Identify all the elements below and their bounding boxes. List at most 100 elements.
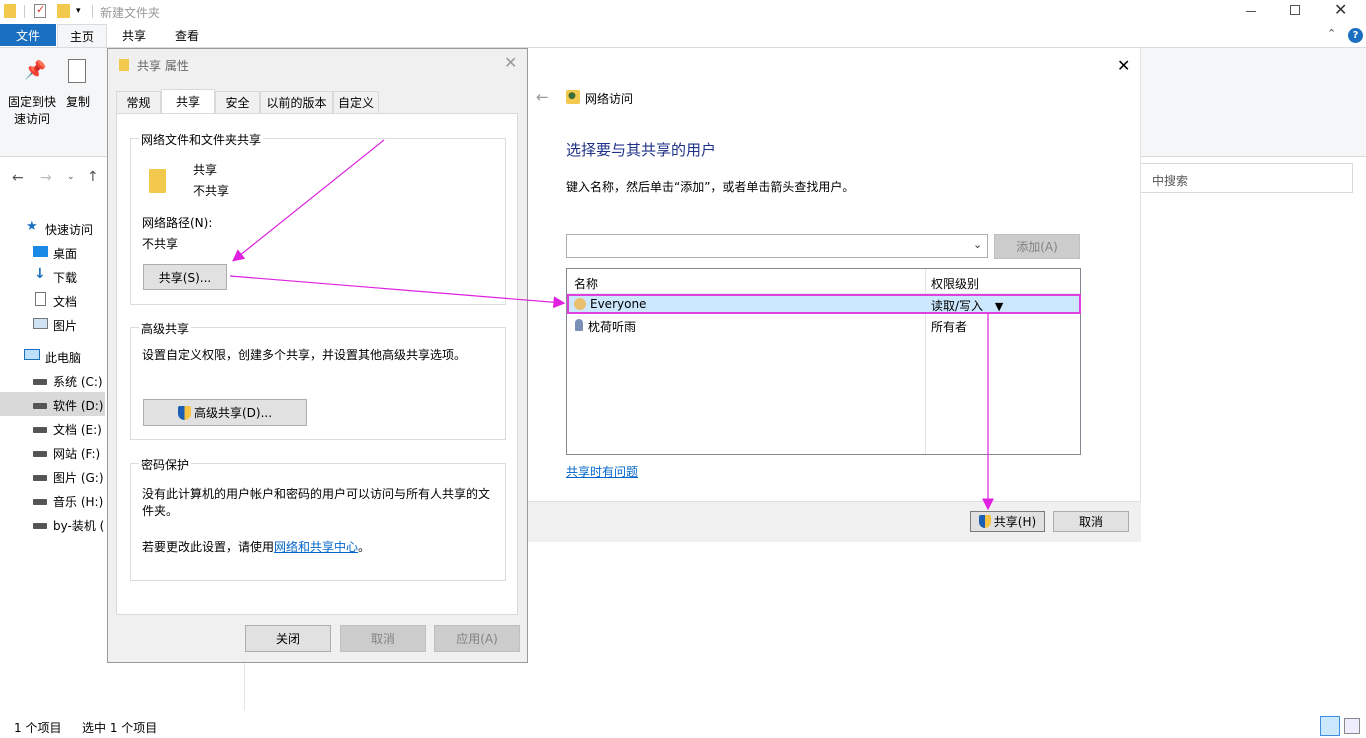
nav-desktop-label: 桌面: [53, 247, 78, 261]
network-path-label: 网络路径(N):: [142, 216, 213, 230]
network-heading: 选择要与其共享的用户: [566, 141, 717, 159]
apply-button[interactable]: 应用(A): [434, 625, 520, 652]
ribbon-tab-file-label: 文件: [15, 28, 40, 43]
password-change-prefix: 若要更改此设置，请使用: [142, 540, 275, 554]
ribbon-tab-home[interactable]: 主页: [57, 24, 107, 48]
nav-pictures[interactable]: 图片: [0, 312, 105, 336]
recent-dropdown-icon[interactable]: ⌄: [67, 172, 75, 182]
pin-quick-access-button[interactable]: 📌 固定到快 速访问: [4, 56, 60, 128]
network-cancel-button-label: 取消: [1078, 515, 1103, 529]
nav-drive-i[interactable]: by-装机 (I: [0, 512, 105, 536]
share-button-label: 共享(S)...: [158, 270, 212, 285]
forward-arrow-icon[interactable]: →: [40, 170, 52, 186]
minimize-icon[interactable]: [1246, 11, 1256, 12]
chevron-down-icon[interactable]: ⌄: [973, 238, 982, 251]
network-sharing-legend: 网络文件和文件夹共享: [139, 131, 264, 148]
properties-cancel-button[interactable]: 取消: [340, 625, 426, 652]
maximize-icon[interactable]: [1290, 5, 1300, 15]
password-protection-legend: 密码保护: [139, 456, 192, 473]
nav-this-pc[interactable]: 此电脑: [0, 344, 105, 368]
nav-drive-i-label: by-装机 (I: [53, 519, 105, 533]
uac-shield-icon: [177, 405, 191, 420]
user-combobox[interactable]: ⌄: [566, 234, 988, 258]
advanced-sharing-button-label: 高级共享(D)...: [193, 406, 273, 420]
network-close-icon[interactable]: ✕: [1117, 56, 1130, 75]
column-header-permission[interactable]: 权限级别: [931, 275, 979, 292]
tab-customize[interactable]: 自定义: [333, 91, 379, 113]
table-row-owner[interactable]: 枕荷听雨 所有者: [567, 316, 1080, 336]
nav-drive-g[interactable]: 图片 (G:): [0, 464, 105, 488]
back-arrow-icon[interactable]: ←: [12, 170, 24, 186]
advanced-sharing-button[interactable]: 高级共享(D)...: [143, 399, 307, 426]
close-icon[interactable]: ✕: [1334, 0, 1347, 19]
ribbon-tab-view-label: 查看: [175, 29, 200, 43]
status-item-count: 1 个项目: [14, 721, 62, 735]
network-dialog-title: 网络访问: [585, 92, 634, 106]
permission-level-dropdown[interactable]: 读取/写入 ▼: [931, 297, 1003, 314]
drive-icon: [33, 475, 47, 481]
nav-pane: ★ 快速访问 桌面 ↓ 下载 文档 图片 此电脑 系统 (C:) 软件 (D:)…: [0, 210, 105, 540]
up-arrow-icon[interactable]: ↑: [87, 169, 99, 185]
folder-share-status: 不共享: [193, 184, 230, 198]
nav-drive-h-label: 音乐 (H:): [53, 495, 104, 509]
desktop-icon: [33, 246, 48, 257]
network-sharing-center-link[interactable]: 网络和共享中心: [274, 540, 358, 554]
network-share-button-label: 共享(H): [993, 515, 1037, 529]
details-view-icon[interactable]: [1320, 716, 1340, 736]
star-icon: ★: [26, 219, 38, 234]
shared-folder-icon: [149, 169, 166, 193]
nav-drive-d-label: 软件 (D:): [53, 399, 104, 413]
nav-drive-f[interactable]: 网站 (F:): [0, 440, 105, 464]
help-icon[interactable]: ?: [1348, 28, 1363, 43]
tab-previous-versions[interactable]: 以前的版本: [260, 91, 333, 113]
properties-close-icon[interactable]: ✕: [504, 53, 517, 72]
folder-icon[interactable]: [4, 4, 16, 18]
share-button[interactable]: 共享(S)...: [143, 264, 227, 290]
table-row-everyone[interactable]: Everyone 读取/写入 ▼: [567, 294, 1081, 314]
search-placeholder: 中搜索: [1152, 174, 1189, 188]
properties-icon[interactable]: ✓: [34, 3, 46, 18]
nav-drive-h[interactable]: 音乐 (H:): [0, 488, 105, 512]
window-title: 新建文件夹: [100, 6, 161, 20]
nav-drive-e[interactable]: 文档 (E:): [0, 416, 105, 440]
nav-downloads[interactable]: ↓ 下载: [0, 264, 105, 288]
qat-dropdown-icon[interactable]: ▾: [76, 6, 81, 16]
network-share-button[interactable]: 共享(H): [970, 511, 1045, 532]
sharing-trouble-link[interactable]: 共享时有问题: [566, 463, 638, 480]
tab-general[interactable]: 常规: [116, 91, 161, 113]
nav-quick-access[interactable]: ★ 快速访问: [0, 216, 105, 240]
network-cancel-button[interactable]: 取消: [1053, 511, 1129, 532]
nav-documents[interactable]: 文档: [0, 288, 105, 312]
nav-drive-d[interactable]: 软件 (D:): [0, 392, 105, 416]
uac-shield-icon: [978, 515, 991, 528]
ribbon-tab-share[interactable]: 共享: [122, 27, 146, 44]
nav-desktop[interactable]: 桌面: [0, 240, 105, 264]
ribbon-collapse-icon[interactable]: ⌃: [1327, 27, 1336, 40]
tab-sharing[interactable]: 共享: [161, 89, 215, 113]
tab-security[interactable]: 安全: [215, 91, 260, 113]
separator: [24, 5, 25, 18]
document-icon: [35, 292, 46, 306]
network-back-arrow-icon[interactable]: ←: [536, 88, 549, 106]
large-icons-view-icon[interactable]: [1344, 718, 1360, 734]
new-folder-icon[interactable]: [57, 4, 70, 18]
ribbon-tab-file[interactable]: 文件: [0, 24, 56, 46]
ribbon-tab-view[interactable]: 查看: [175, 27, 199, 44]
nav-documents-label: 文档: [53, 295, 78, 309]
copy-icon: [68, 59, 86, 83]
search-box[interactable]: 中搜索: [1133, 163, 1353, 193]
windows-drive-icon: [33, 379, 47, 385]
nav-drive-c-label: 系统 (C:): [53, 375, 103, 389]
ribbon-tab-share-label: 共享: [122, 29, 147, 43]
drive-icon: [33, 403, 47, 409]
copy-button[interactable]: 复制: [62, 56, 102, 116]
title-bar: ✓ ▾ 新建文件夹 ✕: [0, 0, 1366, 24]
user-icon: [575, 319, 583, 331]
close-button[interactable]: 关闭: [245, 625, 331, 652]
password-protection-desc: 没有此计算机的用户帐户和密码的用户可以访问与所有人共享的文件夹。: [142, 487, 491, 518]
tab-sharing-label: 共享: [175, 95, 200, 109]
add-button[interactable]: 添加(A): [994, 234, 1080, 259]
copy-label: 复制: [66, 95, 91, 109]
nav-drive-c[interactable]: 系统 (C:): [0, 368, 105, 392]
column-header-name[interactable]: 名称: [574, 275, 598, 292]
